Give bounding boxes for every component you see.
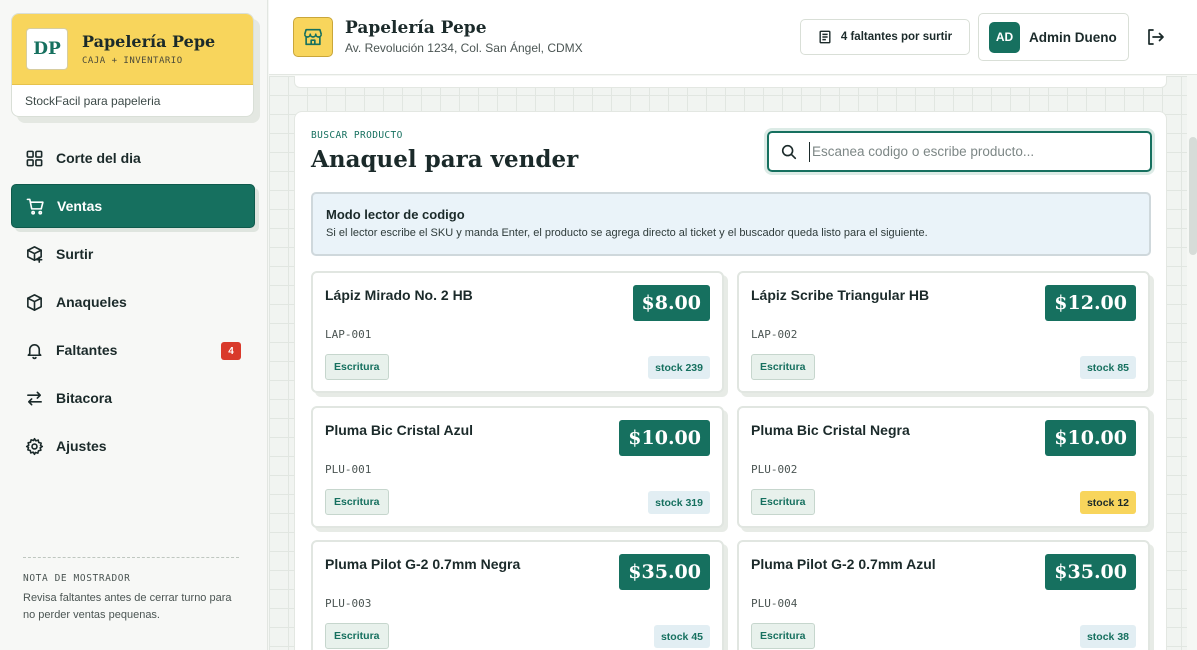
category-tag: Escritura (751, 623, 815, 649)
sidebar-item-faltantes[interactable]: Faltantes 4 (11, 328, 255, 372)
stock-badge: stock 319 (648, 491, 710, 514)
stock-badge: stock 45 (653, 625, 710, 648)
brand-tagline: StockFacil para papeleria (25, 94, 161, 108)
stock-badge: stock 85 (1079, 356, 1136, 379)
product-sku: PLU-003 (325, 597, 372, 610)
search-input[interactable] (809, 141, 1139, 162)
stock-badge: stock 38 (1079, 625, 1136, 648)
note-title: NOTA DE MOSTRADOR (23, 573, 131, 584)
product-name: Pluma Bic Cristal Azul (325, 422, 474, 438)
product-price: $12.00 (1045, 285, 1136, 321)
product-card[interactable]: Pluma Bic Cristal Azul $10.00 PLU-001 Es… (311, 406, 724, 528)
counter-note: NOTA DE MOSTRADOR Revisa faltantes antes… (23, 557, 239, 624)
product-name: Pluma Pilot G-2 0.7mm Negra (325, 556, 521, 572)
sidebar-item-label: Surtir (56, 246, 94, 262)
product-name: Pluma Bic Cristal Negra (751, 422, 910, 438)
brand-card: DP Papelería Pepe CAJA + INVENTARIO Stoc… (11, 13, 254, 117)
product-card[interactable]: Lápiz Mirado No. 2 HB $8.00 LAP-001 Escr… (311, 271, 724, 393)
product-sku: PLU-004 (751, 597, 798, 610)
bell-icon (27, 343, 42, 359)
store-name: Papelería Pepe (345, 18, 487, 38)
sidebar-item-corte-del-dia[interactable]: Corte del dia (11, 136, 255, 180)
product-price: $10.00 (1045, 420, 1136, 456)
product-name: Pluma Pilot G-2 0.7mm Azul (751, 556, 936, 572)
product-price: $35.00 (1045, 554, 1136, 590)
category-tag: Escritura (325, 623, 389, 649)
avatar: AD (989, 21, 1020, 53)
missing-items-button[interactable]: 4 faltantes por surtir (800, 19, 970, 55)
note-body: Revisa faltantes antes de cerrar turno p… (23, 592, 232, 621)
grid-icon (26, 150, 43, 166)
top-header: Papelería Pepe Av. Revolución 1234, Col.… (269, 0, 1197, 75)
stock-badge-low: stock 12 (1079, 491, 1136, 514)
store-icon (293, 17, 333, 57)
sidebar-nav: Corte del dia Ventas Surtir Anaqueles Fa… (11, 136, 255, 472)
product-name: Lápiz Mirado No. 2 HB (325, 287, 473, 303)
sidebar-item-bitacora[interactable]: Bitacora (11, 376, 255, 420)
category-tag: Escritura (751, 489, 815, 515)
search-icon (781, 144, 797, 159)
box-plus-icon (27, 245, 43, 263)
sidebar: DP Papelería Pepe CAJA + INVENTARIO Stoc… (0, 0, 268, 650)
cart-icon (26, 198, 44, 215)
product-sku: PLU-002 (751, 463, 798, 476)
product-price: $35.00 (619, 554, 710, 590)
product-name: Lápiz Scribe Triangular HB (751, 287, 930, 303)
product-sku: LAP-002 (751, 328, 798, 341)
info-body: Si el lector escribe el SKU y manda Ente… (326, 227, 928, 239)
logout-button[interactable] (1145, 27, 1167, 49)
clipboard-icon (819, 30, 831, 44)
box-icon (27, 293, 42, 311)
barcode-mode-info: Modo lector de codigo Si el lector escri… (311, 192, 1151, 256)
main-content: BUSCAR PRODUCTO Anaquel para vender Modo… (269, 76, 1187, 650)
brand-logo: DP (26, 28, 68, 70)
info-title: Modo lector de codigo (326, 207, 465, 222)
product-sku: PLU-001 (325, 463, 372, 476)
missing-items-label: 4 faltantes por surtir (840, 31, 953, 43)
sidebar-item-label: Ventas (57, 198, 103, 214)
sidebar-item-label: Ajustes (56, 438, 107, 454)
category-tag: Escritura (325, 354, 389, 380)
faltantes-badge: 4 (221, 342, 241, 360)
sidebar-item-label: Faltantes (56, 342, 118, 358)
shelf-panel: BUSCAR PRODUCTO Anaquel para vender Modo… (294, 111, 1167, 650)
sidebar-item-anaqueles[interactable]: Anaqueles (11, 280, 255, 324)
scrollbar[interactable] (1189, 137, 1197, 255)
sidebar-item-label: Corte del dia (56, 150, 141, 166)
search-box (767, 131, 1152, 172)
section-label: BUSCAR PRODUCTO (311, 130, 403, 141)
product-card[interactable]: Pluma Bic Cristal Negra $10.00 PLU-002 E… (737, 406, 1150, 528)
product-card[interactable]: Lápiz Scribe Triangular HB $12.00 LAP-00… (737, 271, 1150, 393)
sidebar-item-ajustes[interactable]: Ajustes (11, 424, 255, 468)
sidebar-item-label: Bitacora (56, 390, 113, 406)
product-price: $10.00 (619, 420, 710, 456)
user-menu[interactable]: AD Admin Dueno (978, 13, 1129, 61)
product-price: $8.00 (632, 285, 710, 321)
category-tag: Escritura (751, 354, 815, 380)
brand-header: DP Papelería Pepe CAJA + INVENTARIO (12, 14, 253, 85)
category-tag: Escritura (325, 489, 389, 515)
store-address: Av. Revolución 1234, Col. San Ángel, CDM… (345, 41, 583, 55)
product-card[interactable]: Pluma Pilot G-2 0.7mm Azul $35.00 PLU-00… (737, 540, 1150, 650)
product-sku: LAP-001 (325, 328, 372, 341)
previous-panel-edge (294, 76, 1167, 88)
sidebar-item-label: Anaqueles (56, 294, 127, 310)
logout-icon (1148, 29, 1164, 45)
brand-subtitle: CAJA + INVENTARIO (82, 56, 183, 66)
sidebar-item-ventas[interactable]: Ventas (11, 184, 255, 228)
sidebar-item-surtir[interactable]: Surtir (11, 232, 255, 276)
arrows-icon (27, 391, 42, 405)
user-name: Admin Dueno (1029, 29, 1117, 45)
stock-badge: stock 239 (648, 356, 710, 379)
product-card[interactable]: Pluma Pilot G-2 0.7mm Negra $35.00 PLU-0… (311, 540, 724, 650)
page-title: Anaquel para vender (311, 146, 579, 173)
gear-icon (25, 437, 44, 455)
brand-name: Papelería Pepe (82, 32, 216, 51)
